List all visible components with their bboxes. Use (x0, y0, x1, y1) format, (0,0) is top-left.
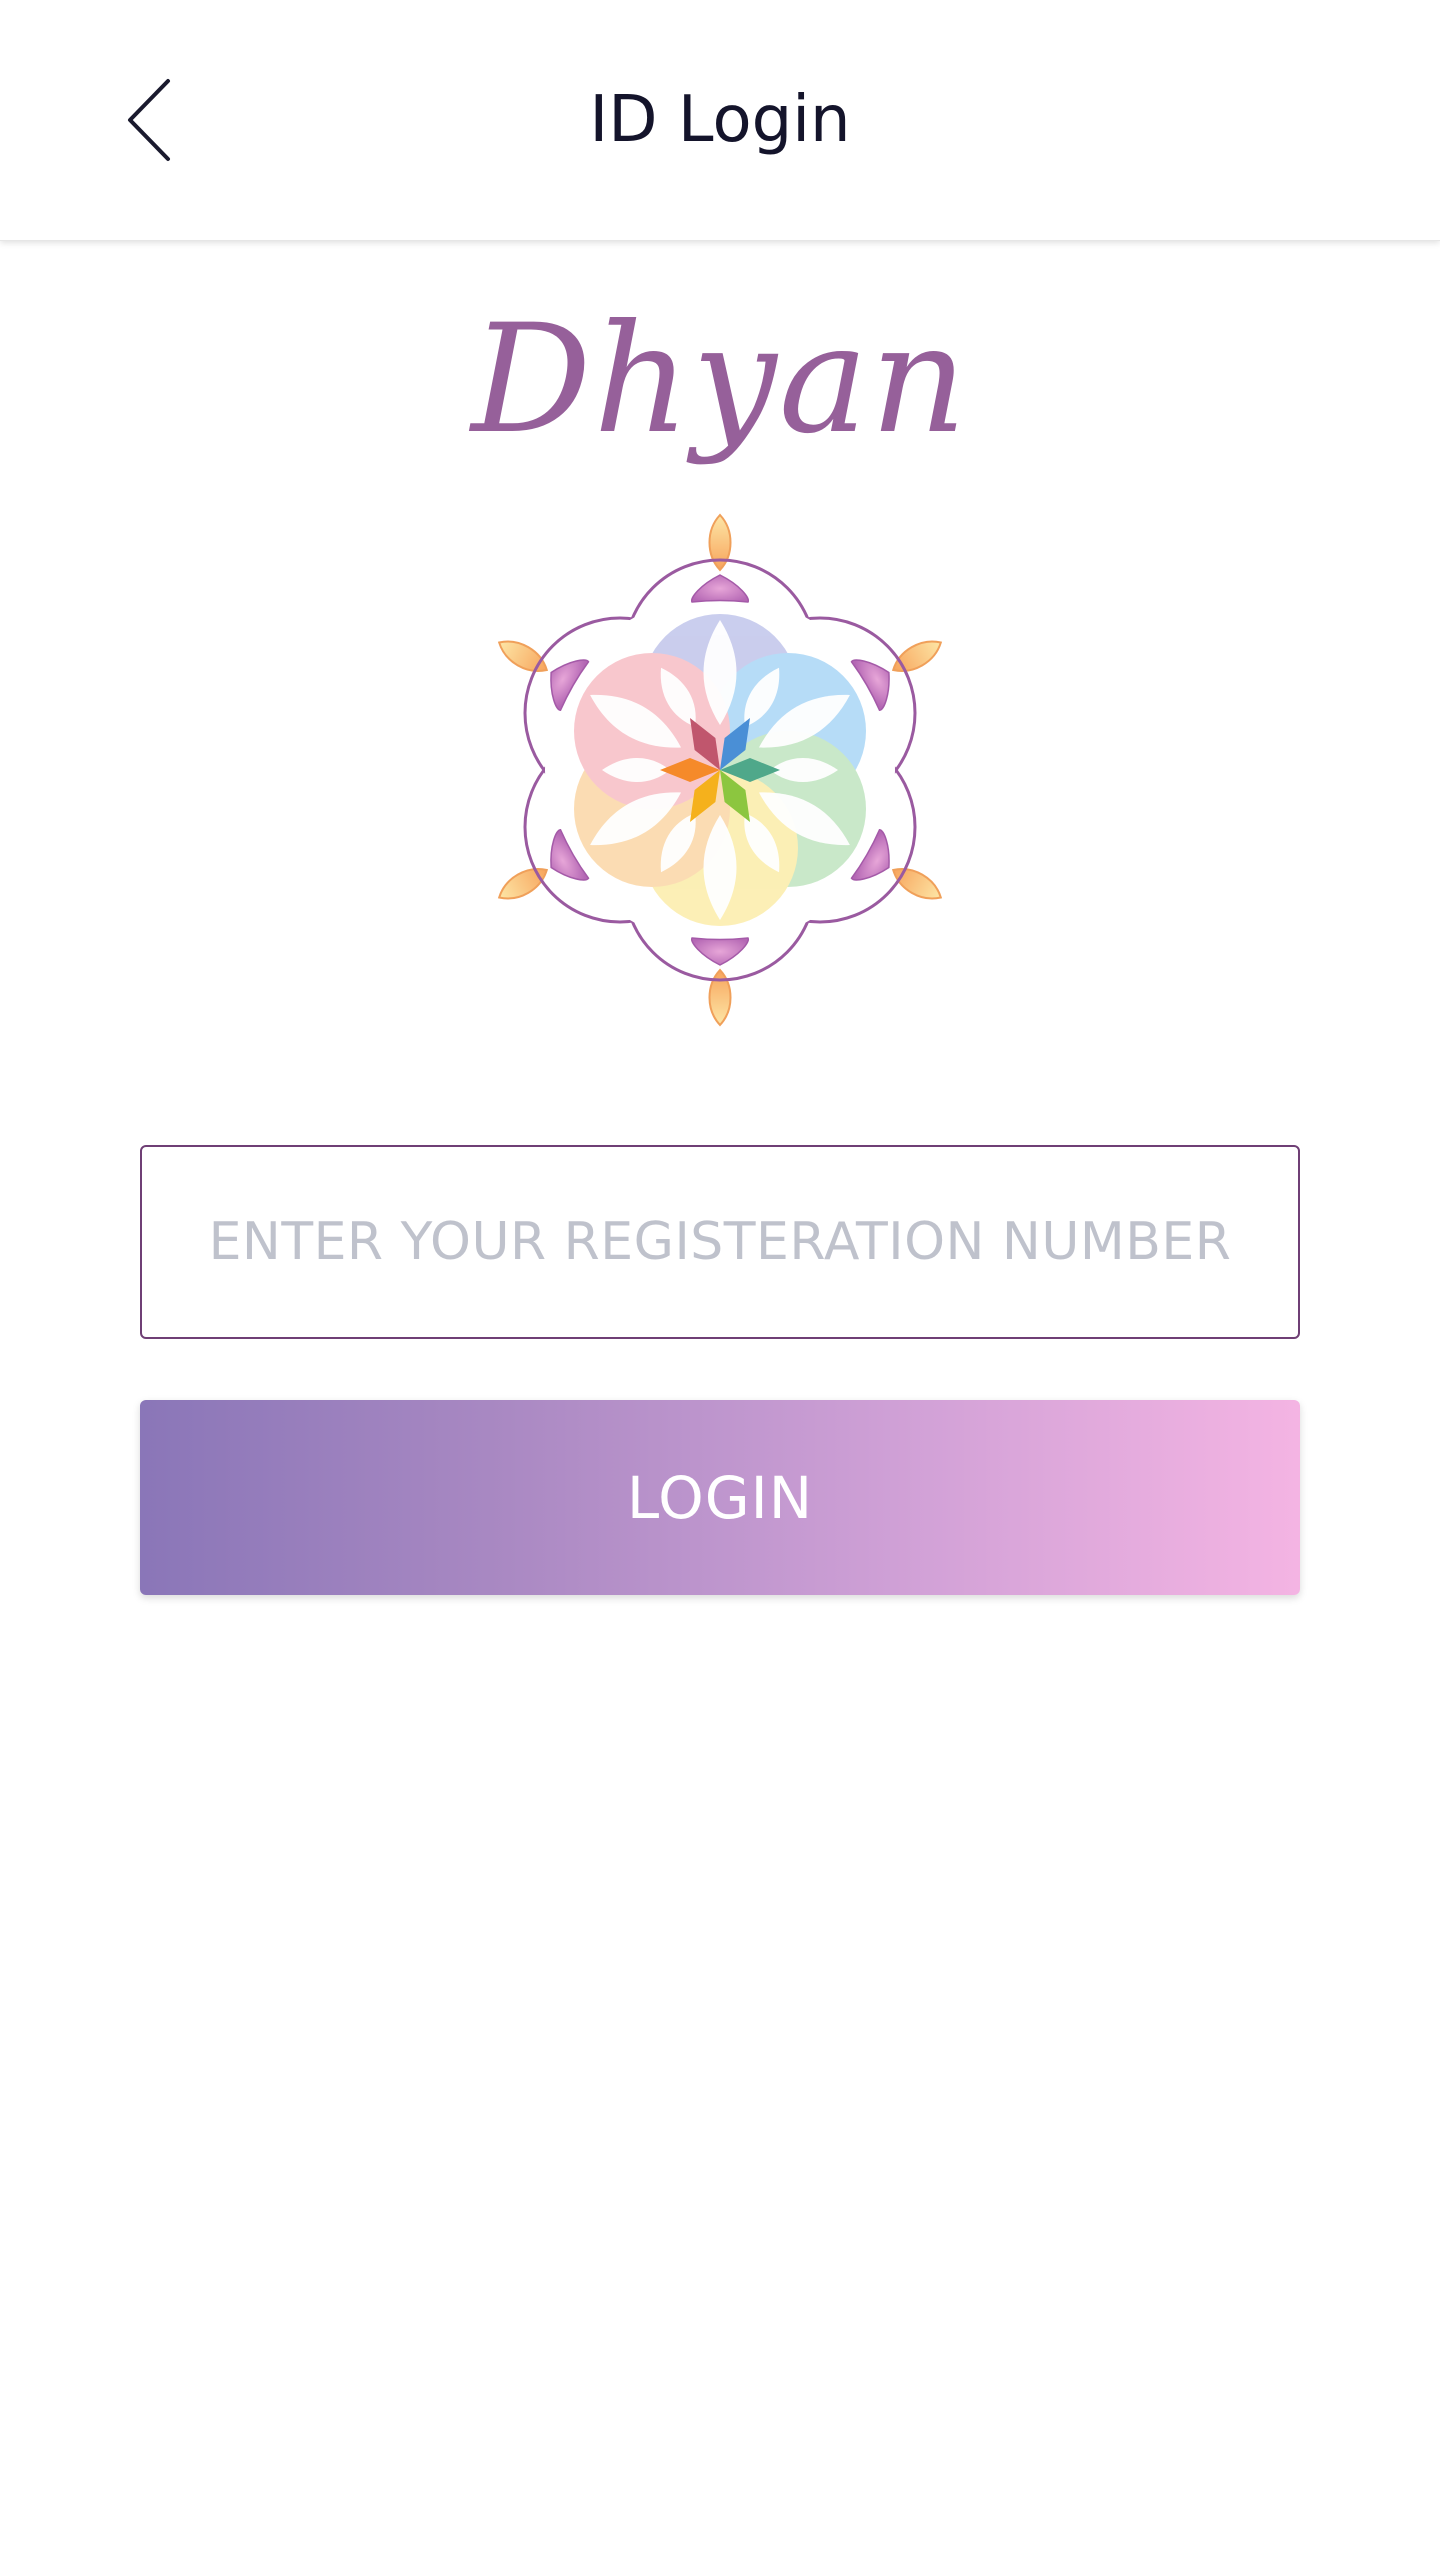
login-button[interactable]: LOGIN (140, 1400, 1300, 1595)
registration-number-input[interactable] (140, 1145, 1300, 1339)
page-title: ID Login (589, 83, 851, 157)
app-bar: ID Login (0, 0, 1440, 241)
mandala-logo-icon (497, 513, 943, 1027)
brand-wordmark: Dhyan (471, 293, 969, 467)
